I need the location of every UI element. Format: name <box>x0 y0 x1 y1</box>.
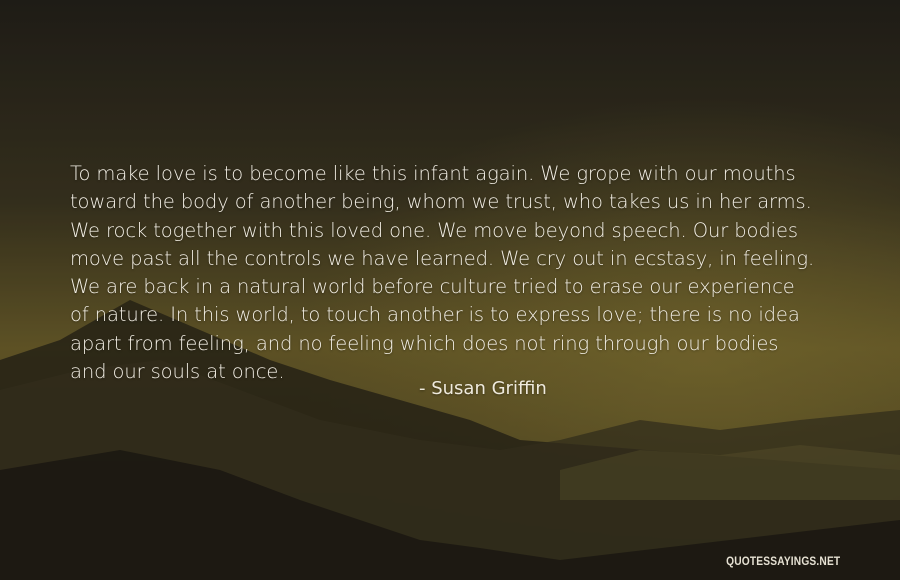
quote-author: - Susan Griffin <box>419 378 547 399</box>
quote-line: move past all the controls we have learn… <box>70 246 815 270</box>
quote-line: We rock together with this loved one. We… <box>70 218 798 242</box>
site-watermark: QUOTESSAYINGS.NET <box>725 554 840 568</box>
quote-line: of nature. In this world, to touch anoth… <box>70 303 800 327</box>
quote-text: To make love is to become like this infa… <box>70 160 850 386</box>
quote-line: apart from feeling, and no feeling which… <box>70 331 779 355</box>
quote-line: To make love is to become like this infa… <box>70 162 796 185</box>
quote-line: We are back in a natural world before cu… <box>70 275 795 299</box>
quote-line: toward the body of another being, whom w… <box>70 190 812 214</box>
